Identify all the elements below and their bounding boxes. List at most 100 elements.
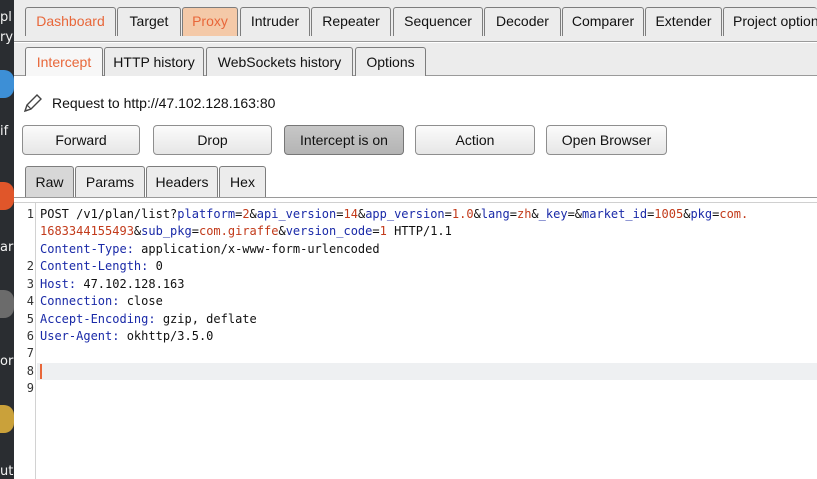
tab-comparer[interactable]: Comparer: [562, 7, 644, 36]
line-number: 6: [26, 329, 34, 343]
tab-repeater[interactable]: Repeater: [311, 7, 391, 36]
param-value: zh: [516, 207, 532, 221]
tab-dashboard[interactable]: Dashboard: [25, 7, 116, 36]
desktop-label-fragment: orr: [0, 354, 14, 369]
request-target-label: Request to http://47.102.128.163:80: [52, 95, 276, 111]
tab-websockets-history[interactable]: WebSockets history: [206, 47, 353, 76]
param-value: 1: [379, 224, 387, 238]
drop-button[interactable]: Drop: [153, 125, 272, 155]
param-name: version_code: [285, 224, 373, 238]
param-name: _key: [538, 207, 568, 221]
header-name: Accept-Encoding: [40, 312, 149, 326]
param-equals: =: [372, 224, 380, 238]
request-line: POST /v1/plan/list?platform=2&api_versio…: [40, 207, 748, 221]
header-name: Content-Length: [40, 259, 142, 273]
desktop-app-icon[interactable]: [0, 290, 14, 318]
param-separator: &: [531, 207, 539, 221]
param-value: 14: [343, 207, 358, 221]
param-value: com.: [719, 207, 749, 221]
param-name: pkg: [690, 207, 713, 221]
param-value: 2: [242, 207, 250, 221]
text-caret: [40, 364, 42, 379]
tab-hex[interactable]: Hex: [219, 166, 266, 197]
tab-decoder[interactable]: Decoder: [484, 7, 561, 36]
request-info-row: Request to http://47.102.128.163:80: [14, 86, 817, 116]
desktop-label-fragment: ut: [0, 464, 14, 479]
param-equals: =: [191, 224, 199, 238]
tab-raw[interactable]: Raw: [25, 166, 74, 197]
param-value: 1683344155493: [40, 224, 134, 238]
header-line: Content-Length: 0: [40, 259, 163, 273]
param-equals: =: [567, 207, 575, 221]
param-separator: &: [249, 207, 257, 221]
param-name: lang: [480, 207, 510, 221]
desktop-label-fragment: if: [0, 124, 9, 139]
pencil-icon: [22, 92, 44, 114]
http-protocol: HTTP/1.1: [386, 224, 452, 238]
request-method-path: POST /v1/plan/list?: [40, 207, 178, 221]
param-name: api_version: [256, 207, 337, 221]
header-value: 0: [155, 259, 163, 273]
param-separator: &: [574, 207, 583, 221]
header-name: Host: [40, 277, 69, 291]
header-line: Content-Type: application/x-www-form-url…: [40, 242, 380, 256]
open-browser-button[interactable]: Open Browser: [546, 125, 667, 155]
header-value: application/x-www-form-urlencoded: [141, 242, 380, 256]
line-number-gutter: 1 2 3 4 5 6 7 8 9: [14, 203, 36, 479]
param-name: platform: [177, 207, 236, 221]
header-name: Connection: [40, 294, 113, 308]
param-name: app_version: [365, 207, 445, 221]
param-equals: =: [509, 207, 517, 221]
current-line-highlight: [37, 363, 817, 380]
desktop-label-fragment: pl: [0, 10, 12, 25]
param-equals: =: [444, 207, 452, 221]
intercept-toggle-button[interactable]: Intercept is on: [284, 125, 404, 155]
line-number: 5: [26, 312, 34, 326]
param-value: 1.0: [451, 207, 474, 221]
tab-intercept[interactable]: Intercept: [25, 47, 103, 76]
tab-project-options[interactable]: Project options: [723, 7, 817, 36]
tab-extender[interactable]: Extender: [645, 7, 722, 36]
firefox-icon[interactable]: [0, 182, 14, 210]
param-value: com.giraffe: [198, 224, 279, 238]
raw-request-editor[interactable]: 1 2 3 4 5 6 7 8 9 POST /v1/plan/list?pla…: [14, 202, 817, 479]
tab-proxy[interactable]: Proxy: [182, 7, 238, 36]
param-name: market_id: [582, 207, 648, 221]
param-value: 1005: [654, 207, 684, 221]
header-line: User-Agent: okhttp/3.5.0: [40, 329, 214, 343]
desktop-app-icon[interactable]: [0, 70, 14, 98]
tab-headers[interactable]: Headers: [146, 166, 218, 197]
line-number: 3: [26, 277, 34, 291]
request-line-wrapped: 1683344155493&sub_pkg=com.giraffe&versio…: [40, 224, 452, 238]
line-number: 9: [26, 381, 34, 395]
param-separator: &: [278, 224, 286, 238]
tab-params[interactable]: Params: [75, 166, 145, 197]
action-button[interactable]: Action: [415, 125, 535, 155]
desktop-edge: pl ry if ar orr ut: [0, 0, 14, 479]
param-equals: =: [336, 207, 344, 221]
desktop-label-fragment: ar: [0, 240, 14, 255]
tab-intruder[interactable]: Intruder: [240, 7, 310, 36]
message-editor-tab-bar: Raw Params Headers Hex: [14, 166, 817, 198]
tab-http-history[interactable]: HTTP history: [104, 47, 204, 76]
header-value: close: [126, 294, 163, 308]
header-line: Connection: close: [40, 294, 163, 308]
header-line: Host: 47.102.128.163: [40, 277, 185, 291]
main-tab-bar: Dashboard Target Proxy Intruder Repeater…: [14, 0, 817, 42]
param-separator: &: [473, 207, 481, 221]
header-name: User-Agent: [40, 329, 113, 343]
line-number: 1: [26, 207, 34, 221]
desktop-app-icon[interactable]: [0, 405, 14, 433]
tab-sequencer[interactable]: Sequencer: [393, 7, 483, 36]
header-value: okhttp/3.5.0: [126, 329, 214, 343]
tab-options[interactable]: Options: [355, 47, 426, 76]
proxy-sub-tab-bar: Intercept HTTP history WebSockets histor…: [14, 43, 817, 76]
header-value: gzip, deflate: [162, 312, 257, 326]
param-name: sub_pkg: [141, 224, 192, 238]
header-value: 47.102.128.163: [83, 277, 185, 291]
line-number: 8: [26, 364, 34, 378]
header-name: Content-Type: [40, 242, 127, 256]
tab-target[interactable]: Target: [117, 7, 181, 36]
desktop-label-fragment: ry: [0, 30, 14, 45]
forward-button[interactable]: Forward: [22, 125, 140, 155]
